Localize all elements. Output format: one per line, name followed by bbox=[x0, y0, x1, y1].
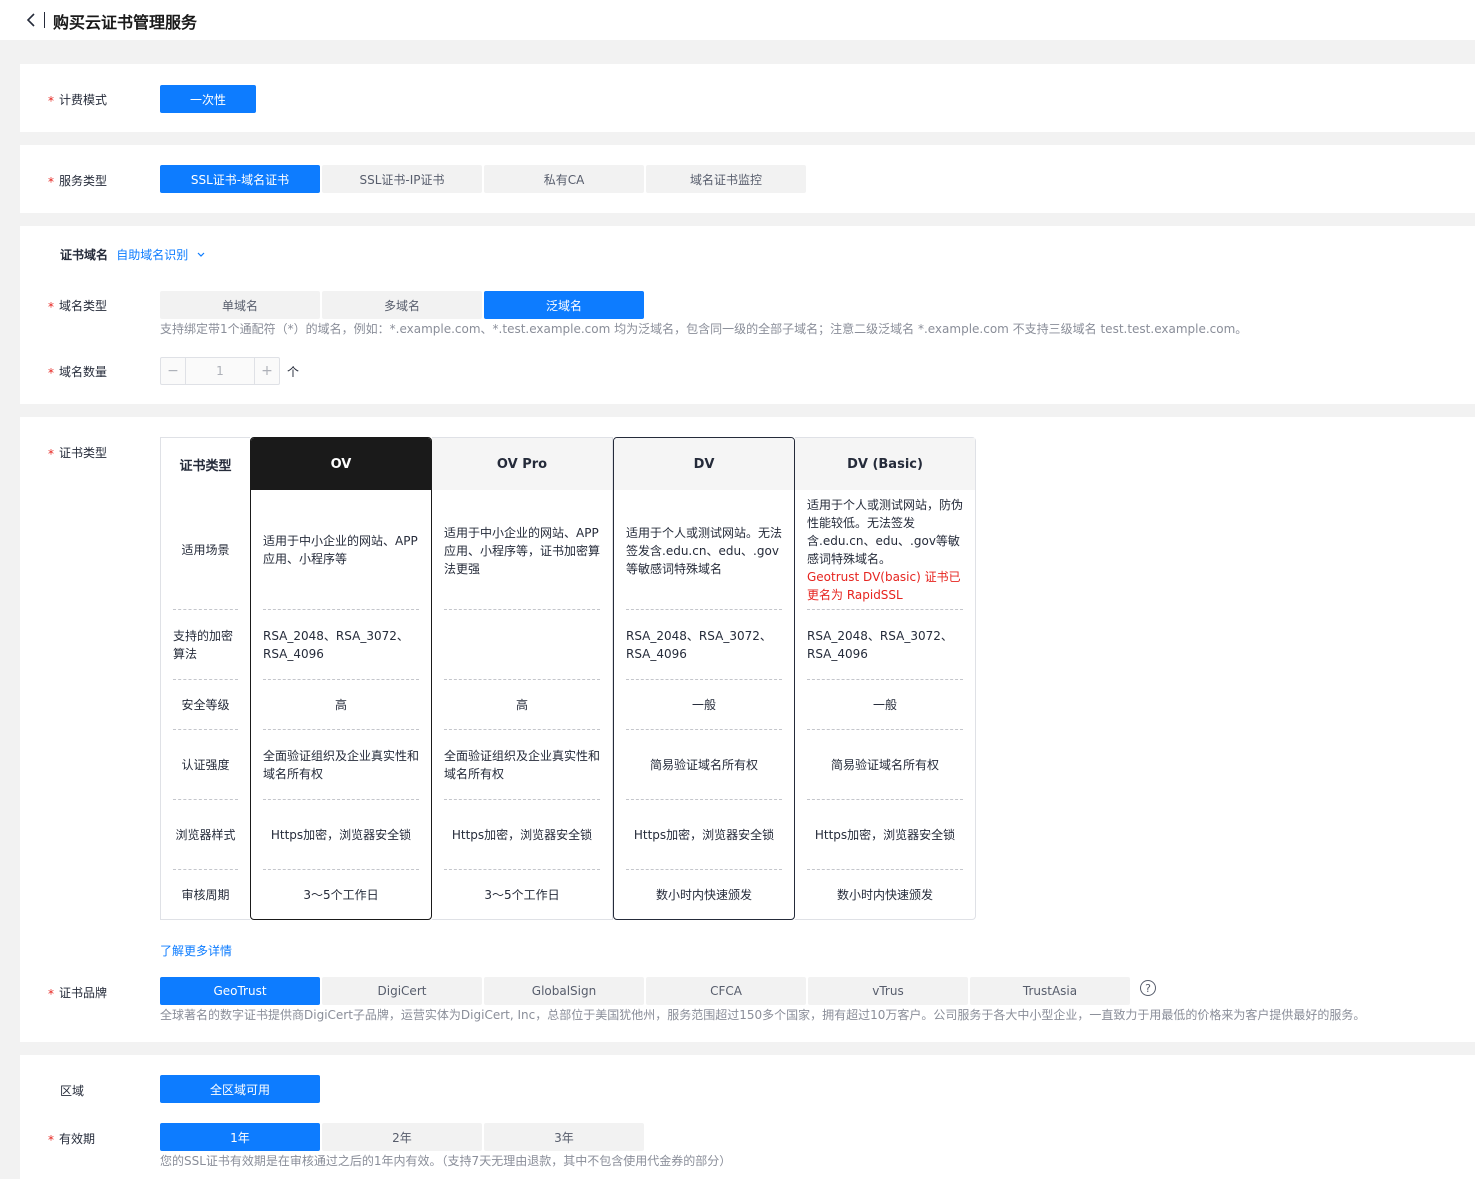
domain-type-single[interactable]: 单域名 bbox=[160, 291, 320, 319]
cert-dvbasic-scene: 适用于个人或测试网站，防伪性能较低。无法签发含.edu.cn、edu、.gov等… bbox=[807, 490, 963, 610]
cert-dv-period: 数小时内快速颁发 bbox=[655, 888, 752, 902]
brand-option-digicert[interactable]: DigiCert bbox=[322, 977, 482, 1005]
cert-ovpro-auth: 全面验证组织及企业真实性和域名所有权 bbox=[444, 730, 600, 800]
validity-option-3y[interactable]: 3年 bbox=[484, 1123, 644, 1151]
domain-type-multi[interactable]: 多域名 bbox=[322, 291, 482, 319]
cert-ovpro-header: OV Pro bbox=[432, 438, 612, 490]
cert-table-label-column: 证书类型 适用场景 支持的加密算法 安全等级 认证强度 浏览器样式 审核周期 bbox=[160, 437, 250, 920]
region-label: 区域 bbox=[60, 1084, 85, 1098]
increment-button[interactable]: + bbox=[255, 358, 279, 384]
domain-count-unit: 个 bbox=[287, 365, 300, 379]
row-label-browser: 浏览器样式 bbox=[173, 800, 238, 870]
cert-ov-scene: 适用于中小企业的网站、APP应用、小程序等 bbox=[263, 490, 419, 610]
cert-ov-period: 3～5个工作日 bbox=[303, 888, 379, 902]
cert-ovpro-algo bbox=[444, 610, 600, 680]
domain-type-hint: 支持绑定带1个通配符（*）的域名，例如：*.example.com、*.test… bbox=[160, 322, 1248, 336]
region-validity-section: 区域 全区域可用 有效期 1年 2年 3年 您的SSL证书有效期是在审核通过之后… bbox=[20, 1055, 1475, 1179]
row-label-algo: 支持的加密算法 bbox=[173, 610, 238, 680]
cert-ov-header: OV bbox=[251, 438, 431, 490]
domain-section-title: 证书域名 bbox=[60, 248, 109, 262]
cert-option-ov-pro[interactable]: OV Pro 适用于中小企业的网站、APP应用、小程序等，证书加密算法更强 高 … bbox=[432, 437, 613, 920]
domain-count-input[interactable]: 1 bbox=[185, 358, 255, 384]
brand-option-geotrust[interactable]: GeoTrust bbox=[160, 977, 320, 1005]
service-type-label: 服务类型 bbox=[48, 172, 107, 189]
cert-dv-browser: Https加密，浏览器安全锁 bbox=[626, 800, 782, 870]
service-option-ssl-ip[interactable]: SSL证书-IP证书 bbox=[322, 165, 482, 193]
cert-option-dv[interactable]: DV 适用于个人或测试网站。无法签发含.edu.cn、edu、.gov等敏感词特… bbox=[613, 437, 795, 920]
brand-hint: 全球著名的数字证书提供商DigiCert子品牌，运营实体为DigiCert, I… bbox=[160, 1008, 1366, 1022]
header-divider bbox=[44, 12, 45, 28]
row-label-auth: 认证强度 bbox=[173, 730, 238, 800]
chevron-down-icon[interactable] bbox=[196, 251, 206, 259]
cert-section: 证书类型 证书类型 适用场景 支持的加密算法 安全等级 认证强度 浏览器样式 审… bbox=[20, 417, 1475, 1042]
cert-dvbasic-rename-note: Geotrust DV(basic) 证书已更名为 RapidSSL bbox=[807, 570, 961, 602]
billing-option-once[interactable]: 一次性 bbox=[160, 85, 256, 113]
row-label-period: 审核周期 bbox=[181, 888, 230, 902]
cert-dvbasic-auth: 简易验证域名所有权 bbox=[807, 730, 963, 800]
domain-type-wildcard[interactable]: 泛域名 bbox=[484, 291, 644, 319]
cert-ov-level: 高 bbox=[263, 680, 419, 730]
row-label-scene: 适用场景 bbox=[173, 490, 238, 610]
row-label-level: 安全等级 bbox=[173, 680, 238, 730]
learn-more-link[interactable]: 了解更多详情 bbox=[160, 942, 232, 959]
cert-option-dv-basic[interactable]: DV (Basic) 适用于个人或测试网站，防伪性能较低。无法签发含.edu.c… bbox=[795, 437, 976, 920]
service-option-ssl-domain[interactable]: SSL证书-域名证书 bbox=[160, 165, 320, 193]
cert-type-label: 证书类型 bbox=[48, 444, 107, 461]
decrement-button[interactable]: − bbox=[161, 358, 185, 384]
billing-section: 计费模式 一次性 bbox=[20, 64, 1475, 132]
cert-dvbasic-header: DV (Basic) bbox=[795, 438, 975, 490]
cert-dvbasic-level: 一般 bbox=[807, 680, 963, 730]
domain-count-label: 域名数量 bbox=[48, 363, 107, 380]
cert-type-table: 证书类型 适用场景 支持的加密算法 安全等级 认证强度 浏览器样式 审核周期 O… bbox=[160, 437, 976, 920]
back-arrow-icon[interactable] bbox=[24, 11, 40, 29]
billing-label: 计费模式 bbox=[48, 91, 107, 108]
cert-dvbasic-scene-text: 适用于个人或测试网站，防伪性能较低。无法签发含.edu.cn、edu、.gov等… bbox=[807, 498, 964, 566]
cert-dv-header: DV bbox=[614, 438, 794, 490]
validity-label: 有效期 bbox=[48, 1130, 95, 1147]
auto-domain-link[interactable]: 自助域名识别 bbox=[116, 248, 188, 262]
cert-dvbasic-period: 数小时内快速颁发 bbox=[836, 888, 933, 902]
cert-dv-auth: 简易验证域名所有权 bbox=[626, 730, 782, 800]
region-option-all[interactable]: 全区域可用 bbox=[160, 1075, 320, 1103]
cert-ov-auth: 全面验证组织及企业真实性和域名所有权 bbox=[263, 730, 419, 800]
cert-dv-scene: 适用于个人或测试网站。无法签发含.edu.cn、edu、.gov等敏感词特殊域名 bbox=[626, 490, 782, 610]
domain-count-stepper[interactable]: − 1 + bbox=[160, 357, 280, 385]
domain-section-label: 证书域名 自助域名识别 bbox=[60, 246, 206, 263]
service-option-domain-monitor[interactable]: 域名证书监控 bbox=[646, 165, 806, 193]
cert-dvbasic-browser: Https加密，浏览器安全锁 bbox=[807, 800, 963, 870]
validity-hint: 您的SSL证书有效期是在审核通过之后的1年内有效。（支持7天无理由退款，其中不包… bbox=[160, 1154, 732, 1168]
page-header: 购买云证书管理服务 bbox=[0, 0, 1475, 40]
validity-option-1y[interactable]: 1年 bbox=[160, 1123, 320, 1151]
service-type-section: 服务类型 SSL证书-域名证书 SSL证书-IP证书 私有CA 域名证书监控 bbox=[20, 145, 1475, 213]
brand-label: 证书品牌 bbox=[48, 984, 107, 1001]
domain-type-label: 域名类型 bbox=[48, 297, 107, 314]
cert-dv-algo: RSA_2048、RSA_3072、RSA_4096 bbox=[626, 610, 782, 680]
cert-ovpro-period: 3～5个工作日 bbox=[484, 888, 560, 902]
cert-table-header: 证书类型 bbox=[161, 438, 250, 490]
service-option-private-ca[interactable]: 私有CA bbox=[484, 165, 644, 193]
cert-dvbasic-algo: RSA_2048、RSA_3072、RSA_4096 bbox=[807, 610, 963, 680]
cert-ov-browser: Https加密，浏览器安全锁 bbox=[263, 800, 419, 870]
cert-dv-level: 一般 bbox=[626, 680, 782, 730]
cert-ovpro-scene: 适用于中小企业的网站、APP应用、小程序等，证书加密算法更强 bbox=[444, 490, 600, 610]
brand-option-vtrus[interactable]: vTrus bbox=[808, 977, 968, 1005]
cert-ovpro-browser: Https加密，浏览器安全锁 bbox=[444, 800, 600, 870]
page-title: 购买云证书管理服务 bbox=[53, 13, 198, 32]
domain-section: 证书域名 自助域名识别 域名类型 单域名 多域名 泛域名 支持绑定带1个通配符（… bbox=[20, 226, 1475, 404]
cert-ov-algo: RSA_2048、RSA_3072、RSA_4096 bbox=[263, 610, 419, 680]
brand-option-globalsign[interactable]: GlobalSign bbox=[484, 977, 644, 1005]
help-icon[interactable]: ? bbox=[1140, 980, 1156, 996]
brand-option-cfca[interactable]: CFCA bbox=[646, 977, 806, 1005]
cert-option-ov[interactable]: OV 适用于中小企业的网站、APP应用、小程序等 RSA_2048、RSA_30… bbox=[250, 437, 432, 920]
brand-option-trustasia[interactable]: TrustAsia bbox=[970, 977, 1130, 1005]
cert-ovpro-level: 高 bbox=[444, 680, 600, 730]
validity-option-2y[interactable]: 2年 bbox=[322, 1123, 482, 1151]
